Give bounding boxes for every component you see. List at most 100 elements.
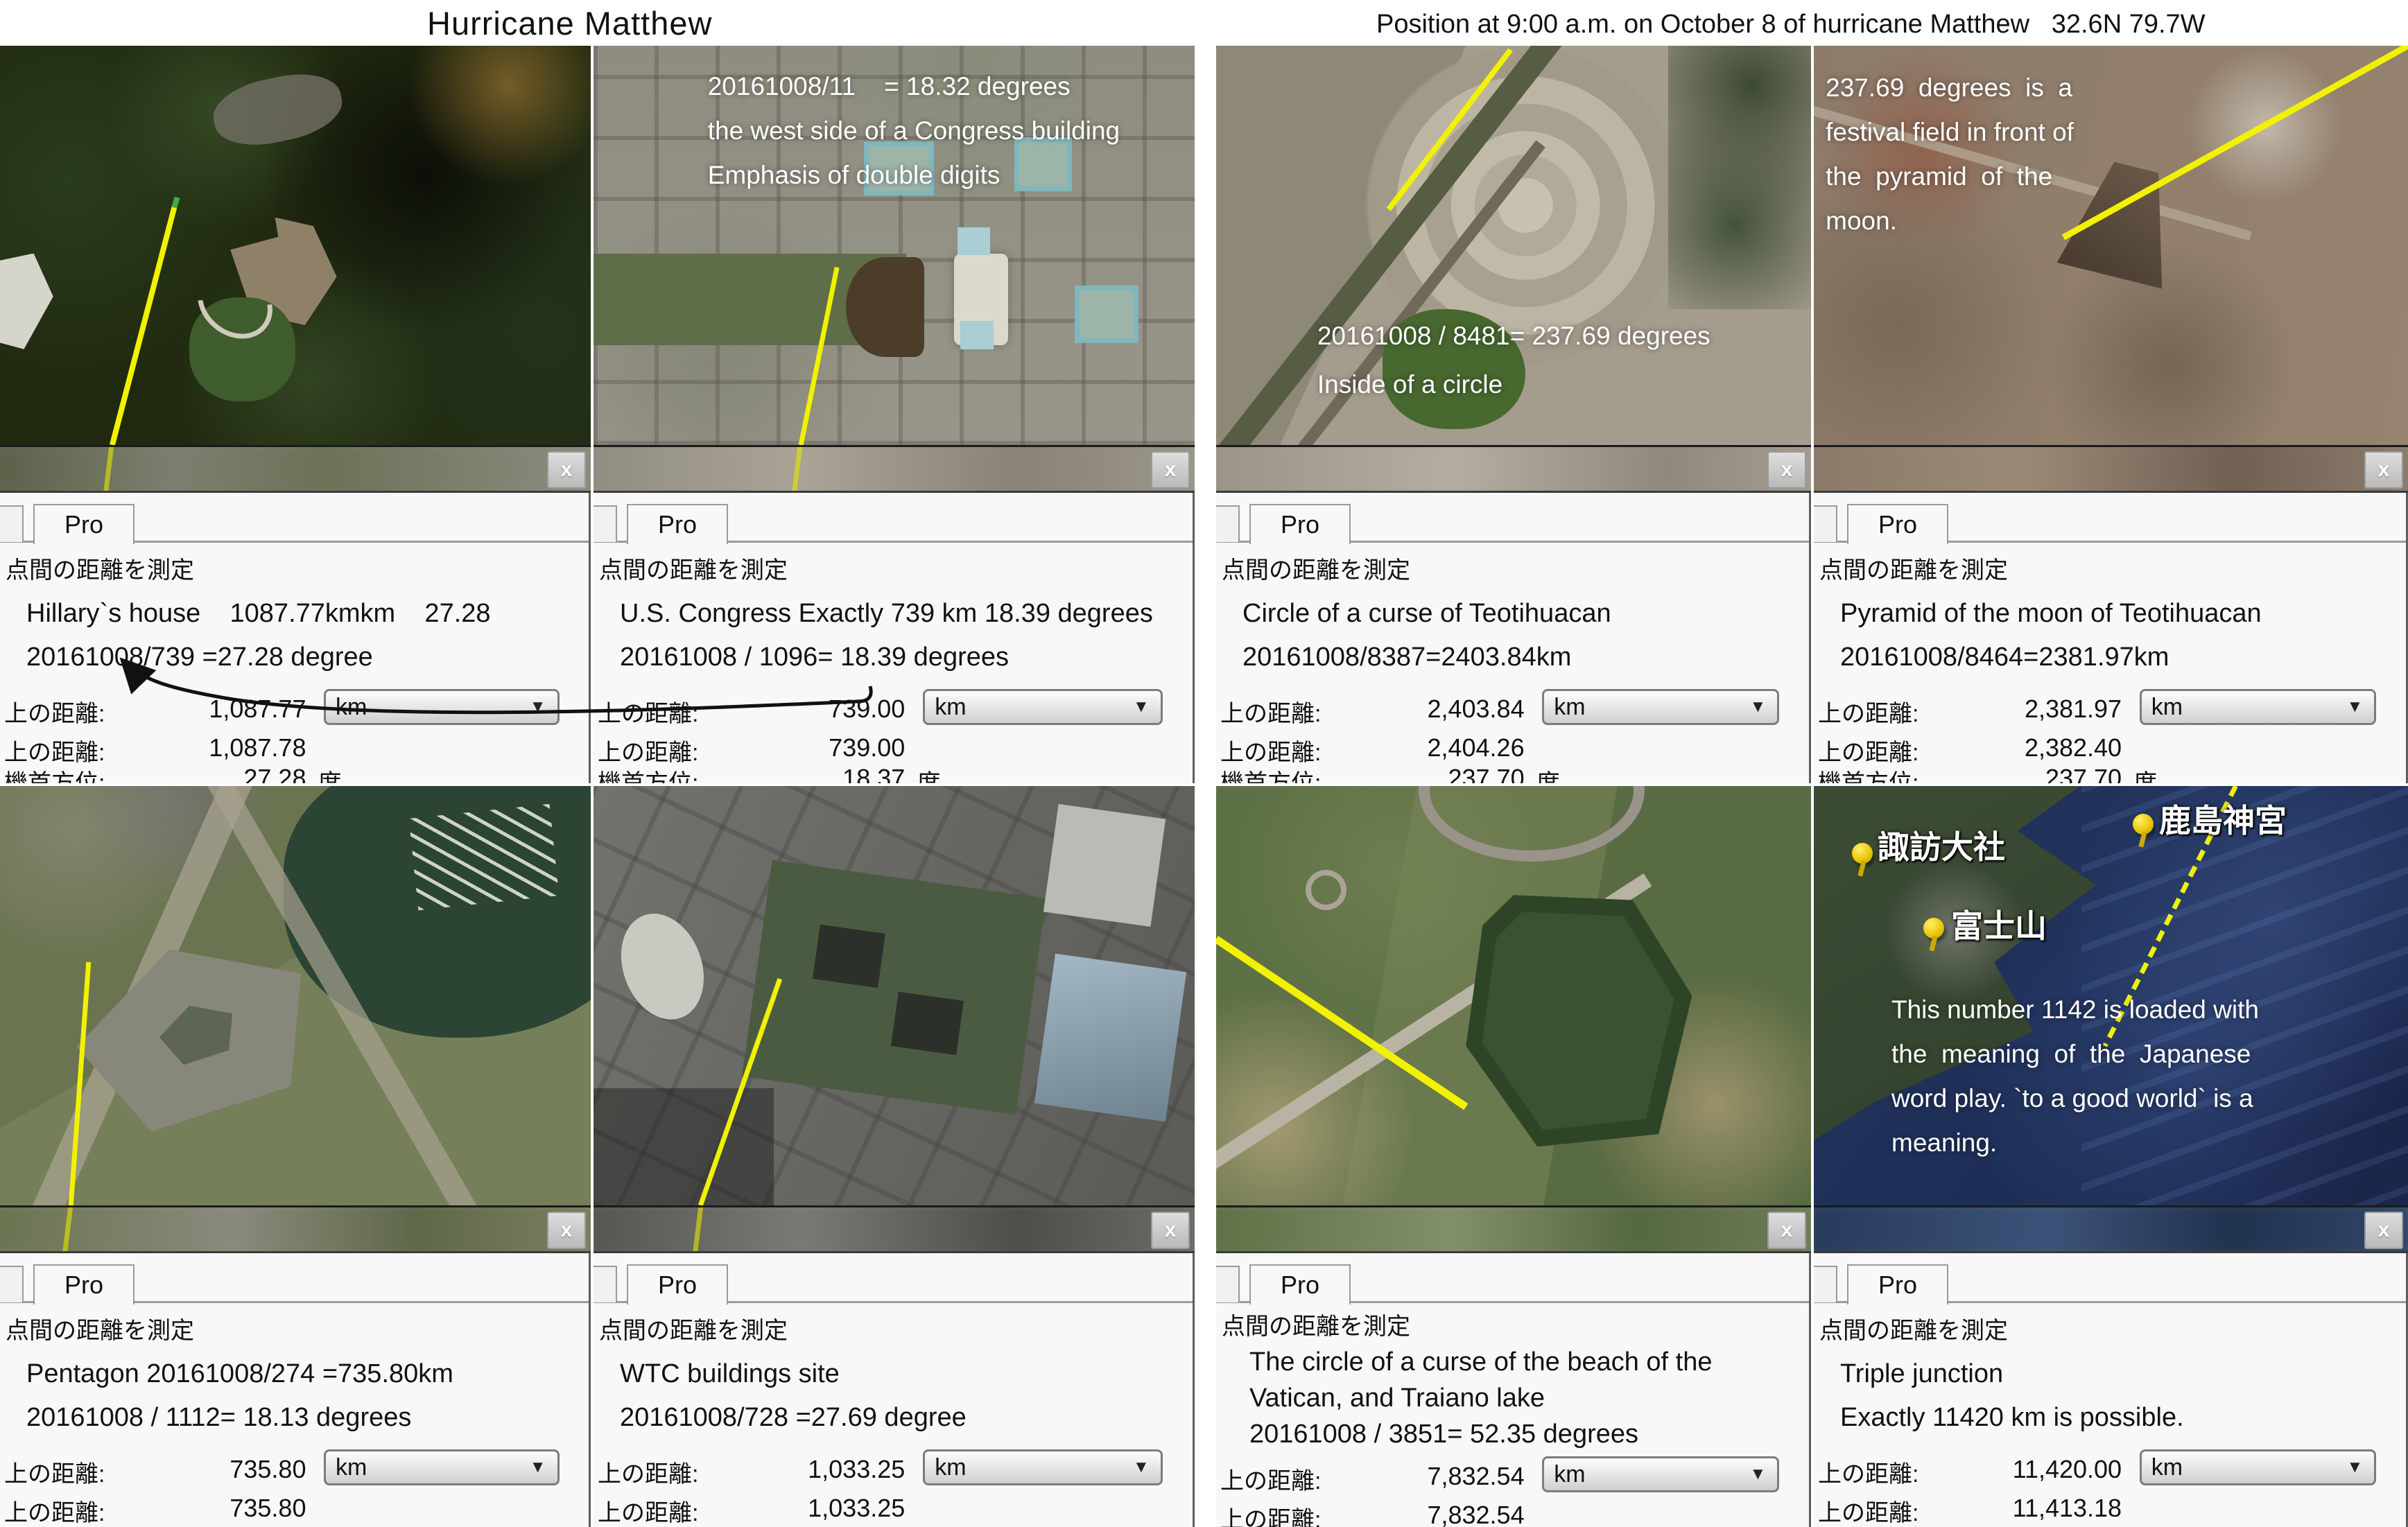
chevron-down-icon: ▼ xyxy=(2347,697,2364,717)
heading-row: 機首方位: 27.28 度 xyxy=(0,758,589,783)
map-distance-row: 上の距離: 1,087.77 km▼ xyxy=(0,689,589,728)
ground-distance-row: 上の距離: 7,832.54 xyxy=(1216,1495,1809,1526)
ruler-dialog: Pro 点間の距離を測定 The circle of a curse of th… xyxy=(1216,1253,1811,1527)
close-button[interactable]: x xyxy=(1151,451,1190,489)
tab-partial[interactable] xyxy=(1216,1266,1240,1302)
tab-bar: Pro xyxy=(0,1263,589,1303)
unit-select[interactable]: km▼ xyxy=(1542,1456,1779,1492)
ground-distance-row: 上の距離: 739.00 xyxy=(594,728,1193,758)
chevron-down-icon: ▼ xyxy=(530,1458,546,1477)
measure-title: 点間の距離を測定 xyxy=(1819,1311,2406,1345)
ground-distance-row: 上の距離: 735.80 xyxy=(0,1488,589,1519)
heading-row: 機首方位: 237.70 度 xyxy=(1814,758,2406,783)
overlay-text: Inside of a circle xyxy=(1317,370,1502,399)
close-button[interactable]: x xyxy=(1767,451,1806,489)
close-button[interactable]: x xyxy=(547,451,586,489)
blurred-strip: x xyxy=(1814,1205,2408,1253)
chevron-down-icon: ▼ xyxy=(2347,1458,2364,1477)
measurement-line xyxy=(1216,786,1811,1205)
tab-pro[interactable]: Pro xyxy=(1249,1264,1351,1305)
close-button[interactable]: x xyxy=(2364,1212,2403,1249)
close-button[interactable]: x xyxy=(1151,1212,1190,1249)
overlay-text: 20161008 / 8481= 237.69 degrees xyxy=(1317,322,1710,351)
note-line-1: Hillary`s house 1087.77kmkm 27.28 xyxy=(26,599,589,629)
unit-select-value: km xyxy=(935,1454,966,1481)
chevron-down-icon: ▼ xyxy=(1133,697,1150,717)
pin-label: 鹿島神宮 xyxy=(2159,796,2287,841)
degree-unit: 度 xyxy=(917,764,941,783)
tab-partial[interactable] xyxy=(0,1266,24,1302)
tab-pro[interactable]: Pro xyxy=(1847,504,1948,544)
tab-partial[interactable] xyxy=(1216,505,1240,542)
map-distance-row: 上の距離: 2,381.97 km▼ xyxy=(1814,689,2406,728)
heading-value: 27.69 xyxy=(594,1524,905,1527)
overlay-text: 20161008/11 = 18.32 degrees xyxy=(708,72,1071,101)
unit-select[interactable]: km▼ xyxy=(324,1449,560,1485)
map-distance-row: 上の距離: 2,403.84 km▼ xyxy=(1216,689,1809,728)
heading-value: 237.70 xyxy=(1216,764,1525,783)
close-button[interactable]: x xyxy=(547,1212,586,1249)
tab-partial[interactable] xyxy=(594,1266,617,1302)
unit-select[interactable]: km ▼ xyxy=(923,1449,1163,1485)
tab-partial[interactable] xyxy=(1814,505,1837,542)
measure-title: 点間の距離を測定 xyxy=(1222,1307,1809,1341)
unit-select-value: km xyxy=(336,694,367,721)
ground-distance-row: 上の距離: 1,033.25 xyxy=(594,1488,1193,1519)
tab-partial[interactable] xyxy=(594,505,617,542)
satellite-image-japan: 諏訪大社 鹿島神宮 富士山 This number 1142 is loaded… xyxy=(1814,786,2408,1205)
tab-pro[interactable]: Pro xyxy=(627,1264,728,1305)
note-line-2: 20161008/739 =27.28 degree xyxy=(26,643,589,672)
note-line-1: Circle of a curse of Teotihuacan xyxy=(1242,599,1809,629)
ruler-dialog: Pro 点間の距離を測定 Circle of a curse of Teotih… xyxy=(1216,493,1811,783)
panel-vatican-traiano: x Pro 点間の距離を測定 The circle of a curse of … xyxy=(1216,786,1811,1527)
unit-select[interactable]: km ▼ xyxy=(2140,1449,2377,1485)
blurred-strip: x xyxy=(594,1205,1195,1253)
heading-row: 機首方位: 27.69 度 xyxy=(594,1519,1193,1527)
measurement-line xyxy=(594,46,1195,445)
unit-select[interactable]: km ▼ xyxy=(923,689,1163,725)
tab-pro[interactable]: Pro xyxy=(1249,504,1351,544)
close-button[interactable]: x xyxy=(2364,451,2403,489)
tab-pro[interactable]: Pro xyxy=(33,1264,135,1305)
overlay-text: Emphasis of double digits xyxy=(708,161,1001,190)
degree-unit: 度 xyxy=(2133,1524,2157,1527)
map-distance-row: 上の距離: 739.00 km▼ xyxy=(594,689,1193,728)
pushpin-icon[interactable] xyxy=(1923,918,1944,939)
blurred-strip: x xyxy=(1216,1205,1811,1253)
measurement-rows: 上の距離: 739.00 km▼ 上の距離: 739.00 機首方位: 18.3… xyxy=(594,689,1193,783)
tab-partial[interactable] xyxy=(0,505,24,542)
ruler-dialog: Pro 点間の距離を測定 Pyramid of the moon of Teot… xyxy=(1814,493,2408,783)
chevron-down-icon: ▼ xyxy=(1133,1458,1150,1477)
overlay-text: the west side of a Congress building xyxy=(708,116,1120,146)
pushpin-icon[interactable] xyxy=(2133,814,2154,835)
ground-distance-value: 7,832.54 xyxy=(1216,1501,1525,1527)
map-distance-row: 上の距離: 7,832.54 km▼ xyxy=(1216,1456,1809,1495)
heading-value: 237.70 xyxy=(1814,764,2122,783)
tab-bar: Pro xyxy=(1216,503,1809,543)
note-line-2: Exactly 11420 km is possible. xyxy=(1840,1403,2406,1433)
map-distance-value: 2,403.84 xyxy=(1216,695,1525,724)
heading-row: 機首方位: 325.96 度 xyxy=(1814,1519,2406,1527)
unit-select[interactable]: km▼ xyxy=(2140,689,2377,725)
satellite-image-pentagon xyxy=(0,786,591,1205)
tab-pro[interactable]: Pro xyxy=(1847,1264,1948,1305)
unit-select[interactable]: km▼ xyxy=(1542,689,1779,725)
pushpin-icon[interactable] xyxy=(1852,843,1873,864)
tab-partial[interactable] xyxy=(1814,1266,1837,1302)
unit-select-value: km xyxy=(935,694,966,721)
unit-select-value: km xyxy=(2151,1454,2183,1481)
close-button[interactable]: x xyxy=(1767,1212,1806,1249)
tab-bar: Pro xyxy=(594,503,1193,543)
page-title: Hurricane Matthew xyxy=(427,4,712,42)
unit-select-value: km xyxy=(1554,694,1585,721)
satellite-image-circle: 20161008 / 8481= 237.69 degrees Inside o… xyxy=(1216,46,1811,445)
ground-distance-row: 上の距離: 11,413.18 xyxy=(1814,1488,2406,1519)
map-distance-value: 7,832.54 xyxy=(1216,1462,1525,1491)
measurement-rows: 上の距離: 1,087.77 km▼ 上の距離: 1,087.78 機首方位: … xyxy=(0,689,589,783)
unit-select[interactable]: km▼ xyxy=(324,689,560,725)
tab-bar: Pro xyxy=(1814,1263,2406,1303)
tab-pro[interactable]: Pro xyxy=(33,504,135,544)
panel-us-congress: 20161008/11 = 18.32 degrees the west sid… xyxy=(594,46,1195,783)
tab-pro[interactable]: Pro xyxy=(627,504,728,544)
measure-title: 点間の距離を測定 xyxy=(599,1311,1193,1345)
